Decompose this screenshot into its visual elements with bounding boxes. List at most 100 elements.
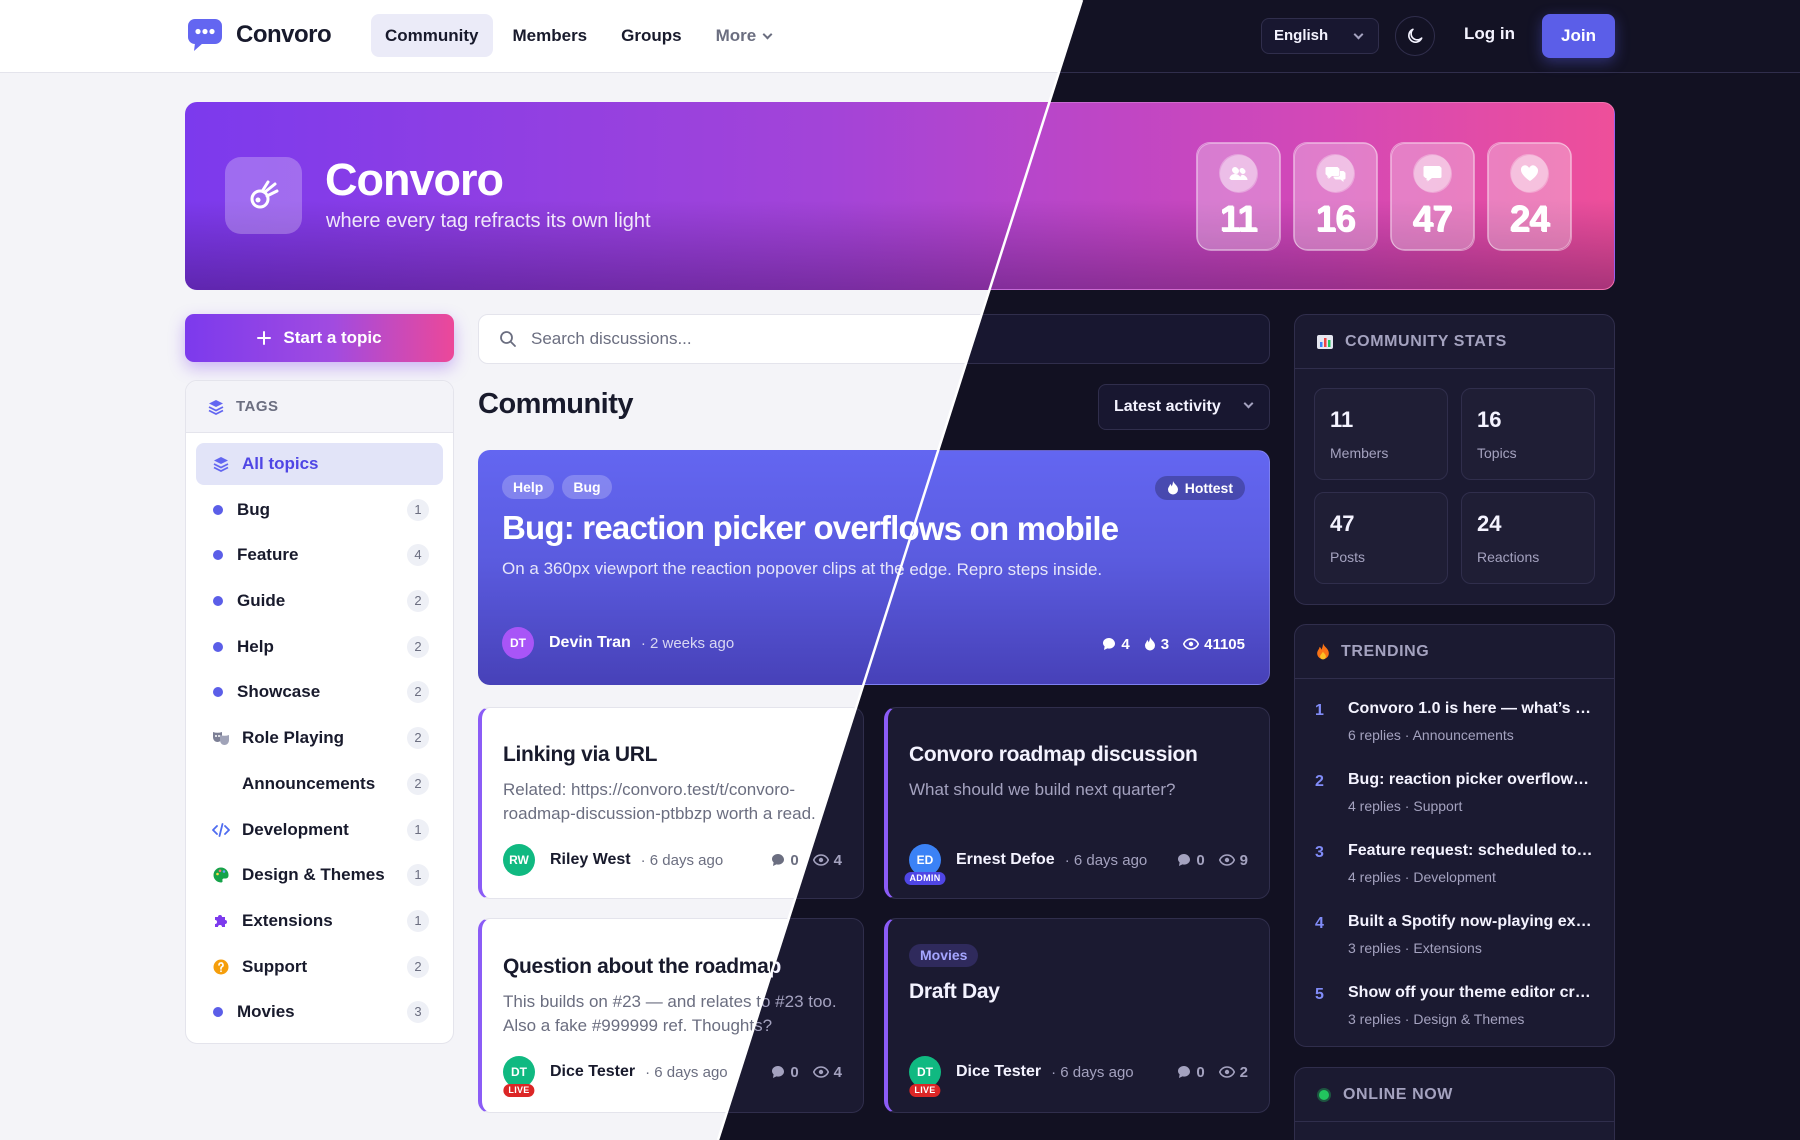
bar-chart-icon <box>1317 334 1333 349</box>
tag-feature[interactable]: Feature 4 <box>196 534 443 576</box>
stat-value: 16 <box>1477 407 1502 432</box>
tag-chip[interactable]: Movies <box>909 944 979 967</box>
tag-count: 4 <box>407 544 429 567</box>
live-badge: LIVE <box>909 1084 941 1097</box>
nav-community[interactable]: Community <box>371 14 493 57</box>
trending-item[interactable]: 5 Show off your theme editor creations 3 r… <box>1315 977 1596 1046</box>
tag-help[interactable]: Help 2 <box>196 626 443 668</box>
views-count: 4 <box>812 1063 842 1081</box>
stat-value: 47 <box>1330 511 1355 536</box>
users-icon <box>1219 154 1257 192</box>
trending-rank: 4 <box>1315 915 1324 932</box>
trending-title[interactable]: Feature request: scheduled topics <box>1348 842 1596 860</box>
tag-label: Feature <box>237 545 299 565</box>
tag-design-themes[interactable]: Design & Themes 1 <box>196 854 443 896</box>
language-select[interactable]: English <box>1261 18 1379 54</box>
trending-item[interactable]: 4 Built a Spotify now-playing extension 3 … <box>1315 906 1596 977</box>
author-name[interactable]: Dice Tester <box>956 1063 1041 1081</box>
tag-movies[interactable]: Movies 3 <box>196 991 443 1033</box>
trending-meta: 3 replies · Design & Themes <box>1348 1011 1525 1027</box>
trending-item[interactable]: 2 Bug: reaction picker overflows on mobil… <box>1315 764 1596 835</box>
tag-chip[interactable]: Help <box>502 475 555 499</box>
sort-select[interactable]: Latest activity <box>1098 384 1270 430</box>
stat-reactions: 24 Reactions <box>1461 492 1595 584</box>
hero-stat-value: 47 <box>1412 198 1452 239</box>
join-button[interactable]: Join <box>1542 14 1615 58</box>
avatar[interactable]: DT LIVE <box>909 1056 941 1097</box>
search-input[interactable]: Search discussions... <box>531 329 692 349</box>
tag-chip[interactable]: Bug <box>562 475 612 499</box>
tag-label: Support <box>242 956 308 976</box>
login-link[interactable]: Log in <box>1464 24 1515 44</box>
hottest-badge: Hottest <box>1154 476 1245 500</box>
logo-chat-icon <box>188 19 222 51</box>
avatar[interactable]: ED ADMIN <box>904 844 946 885</box>
trending-title[interactable]: Bug: reaction picker overflows on mobile <box>1348 771 1596 789</box>
topic-metrics: 0 4 <box>771 1064 842 1081</box>
tag-label: Movies <box>237 1002 295 1022</box>
hottest-label: Hottest <box>1184 480 1233 496</box>
tag-extensions[interactable]: Extensions 1 <box>196 900 443 942</box>
topic-title[interactable]: Convoro roadmap discussion <box>909 743 1198 767</box>
tag-dot <box>213 504 223 515</box>
panel-heading-label: ONLINE NOW <box>1343 1085 1453 1103</box>
topic-title[interactable]: Draft Day <box>909 980 1000 1004</box>
avatar[interactable]: DT <box>502 627 534 659</box>
tag-announcements[interactable]: Announcements 2 <box>196 763 443 805</box>
tag-dot <box>213 596 223 607</box>
tag-label: Showcase <box>237 682 321 702</box>
tag-development[interactable]: Development 1 <box>196 809 443 851</box>
tag-label: Announcements <box>242 773 376 793</box>
hot-count: 3 <box>1144 636 1169 653</box>
trending-title[interactable]: Convoro 1.0 is here — what’s new <box>1348 700 1596 718</box>
avatar[interactable]: DT LIVE <box>503 1056 535 1097</box>
chat-bubbles-icon <box>1316 154 1354 192</box>
stat-label: Reactions <box>1477 549 1540 565</box>
replies-value: 0 <box>1196 1063 1205 1081</box>
topic-excerpt: Related: https://convoro.test/t/convoro-… <box>503 780 816 823</box>
nav-groups[interactable]: Groups <box>607 14 695 57</box>
trending-meta: 4 replies · Development <box>1348 869 1496 885</box>
topic-time: · 6 days ago <box>645 1063 728 1081</box>
trending-title[interactable]: Built a Spotify now-playing extension <box>1348 913 1596 931</box>
views-value: 4 <box>833 1063 842 1081</box>
topic-title[interactable]: Linking via URL <box>503 743 657 767</box>
topic-tags: Help Bug <box>502 475 612 499</box>
stats-grid: 11 Members 16 Topics 47 Posts 24 Reactions <box>1295 369 1614 603</box>
hot-value: 3 <box>1160 635 1170 653</box>
replies-count: 0 <box>771 1063 799 1081</box>
topic-meta: RW Riley West · 6 days ago 0 4 <box>503 843 842 877</box>
nav-members[interactable]: Members <box>499 14 602 57</box>
replies-value: 0 <box>790 1063 799 1081</box>
layers-icon <box>208 399 224 415</box>
nav-more-label: More <box>715 26 757 45</box>
topic-title[interactable]: Question about the roadmap <box>503 955 781 979</box>
nav-more[interactable]: More <box>702 14 786 57</box>
author-name[interactable]: Devin Tran <box>549 634 631 652</box>
tag-guide[interactable]: Guide 2 <box>196 580 443 622</box>
topic-card[interactable]: Movies Draft Day DT LIVE Dice Tester · 6 … <box>884 918 1270 1113</box>
tag-all-topics[interactable]: All topics <box>196 443 443 485</box>
tag-role-playing[interactable]: Role Playing 2 <box>196 717 443 759</box>
stat-posts: 47 Posts <box>1314 492 1448 584</box>
app-logo[interactable]: Convoro <box>186 17 332 53</box>
chevron-down-icon <box>1243 398 1254 409</box>
tag-support[interactable]: Support 2 <box>196 946 443 988</box>
trending-item[interactable]: 1 Convoro 1.0 is here — what’s new 6 repli… <box>1315 693 1596 764</box>
stat-label: Topics <box>1477 445 1517 461</box>
author-name[interactable]: Ernest Defoe <box>956 851 1055 869</box>
views-count: 9 <box>1218 852 1248 869</box>
tag-bug[interactable]: Bug 1 <box>196 489 443 531</box>
tag-showcase[interactable]: Showcase 2 <box>196 671 443 713</box>
comment-icon <box>1103 638 1116 650</box>
author-name[interactable]: Riley West <box>550 851 631 869</box>
page-title: Community <box>478 388 634 420</box>
start-topic-button[interactable]: Start a topic <box>185 314 454 362</box>
trending-title[interactable]: Show off your theme editor creations <box>1348 984 1596 1002</box>
avatar[interactable]: RW <box>503 844 535 876</box>
comet-icon <box>250 180 278 208</box>
trending-item[interactable]: 3 Feature request: scheduled topics 4 repl… <box>1315 835 1596 906</box>
theme-toggle-button[interactable] <box>1395 16 1435 56</box>
topic-card[interactable]: Convoro roadmap discussion What should w… <box>884 707 1270 899</box>
author-name[interactable]: Dice Tester <box>550 1063 635 1081</box>
